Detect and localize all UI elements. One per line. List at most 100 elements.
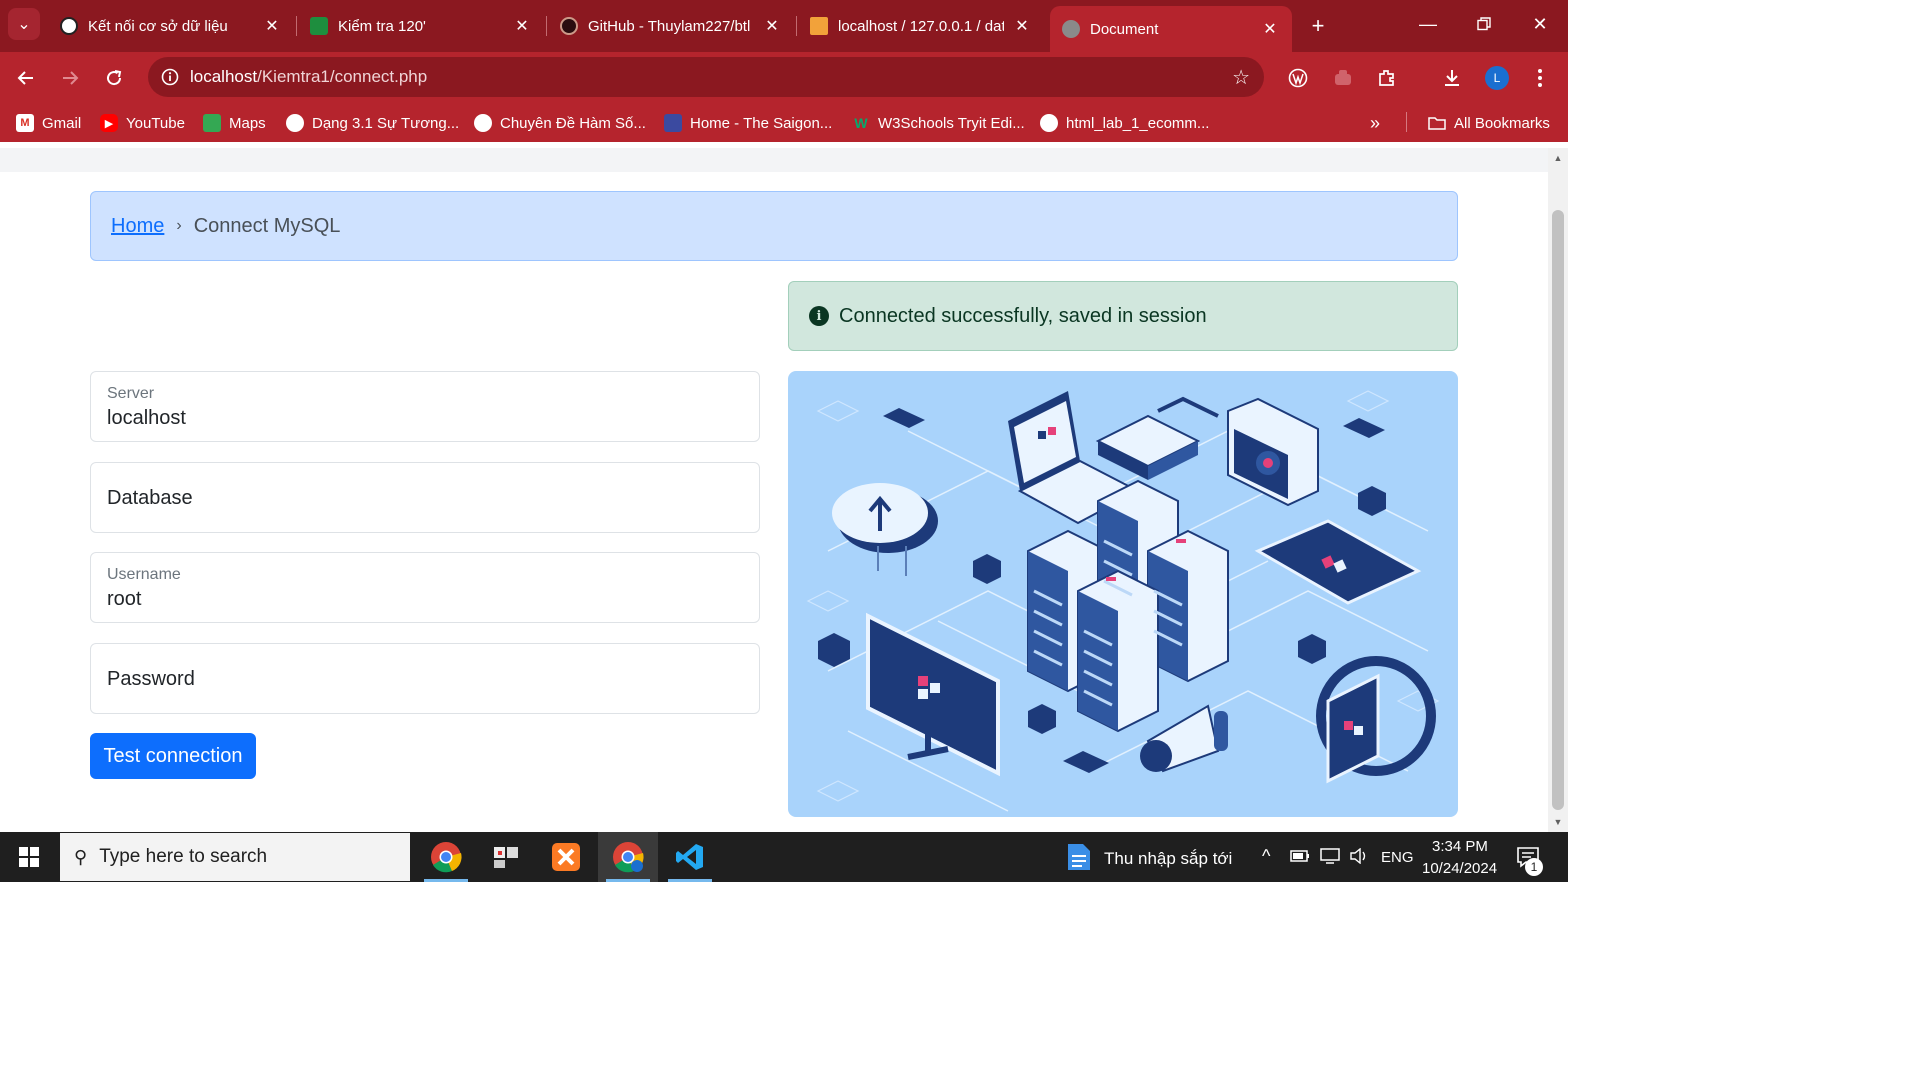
forward-button[interactable] (54, 62, 86, 94)
network-icon[interactable] (1320, 848, 1340, 868)
bookmarks-bar: M Gmail ▶ YouTube Maps Dạng 3.1 Sự Tương… (0, 102, 1568, 142)
close-window-button[interactable]: ✕ (1512, 0, 1568, 48)
bookmark-github[interactable]: html_lab_1_ecomm... (1040, 112, 1209, 134)
network-illustration (788, 371, 1458, 817)
tab-kiem-tra[interactable]: Kiểm tra 120' ✕ (298, 6, 544, 46)
arrow-right-icon (63, 71, 79, 85)
manager-icon (494, 847, 518, 868)
scroll-up-arrow-icon[interactable]: ▲ (1548, 150, 1568, 166)
gmail-icon: M (16, 114, 34, 132)
close-icon[interactable]: ✕ (512, 16, 532, 36)
running-indicator (424, 879, 468, 882)
server-input[interactable]: localhost (107, 407, 186, 430)
clock-time[interactable]: 3:34 PM (1432, 838, 1488, 855)
page-scrollbar[interactable]: ▲ ▼ (1548, 148, 1568, 832)
running-indicator (606, 879, 650, 882)
taskbar-chrome-app[interactable] (416, 832, 476, 882)
show-hidden-icons-chevron-icon[interactable]: ^ (1262, 846, 1270, 867)
tab-divider (796, 16, 797, 36)
tab-search-button[interactable]: ⌄ (8, 8, 40, 40)
youtube-icon: ▶ (100, 114, 118, 132)
restore-button[interactable] (1456, 0, 1512, 48)
weather-widget-icon[interactable] (1056, 832, 1102, 882)
password-input[interactable]: Password (107, 668, 195, 691)
taskbar-search-box[interactable]: ⚲ Type here to search (60, 833, 410, 881)
close-icon[interactable]: ✕ (262, 16, 282, 36)
tab-phpmyadmin[interactable]: localhost / 127.0.0.1 / dat ✕ (798, 6, 1044, 46)
username-label: Username (107, 566, 181, 583)
volume-icon[interactable] (1350, 847, 1370, 868)
folder-icon (1428, 114, 1446, 132)
download-icon[interactable] (1438, 64, 1466, 92)
tab-github[interactable]: GitHub - Thuylam227/btl ✕ (548, 6, 794, 46)
saigon-icon (664, 114, 682, 132)
bookmark-maps[interactable]: Maps (203, 112, 266, 134)
restore-icon (1477, 17, 1491, 31)
bookmark-star-icon[interactable]: ☆ (1232, 65, 1250, 90)
database-field[interactable]: Database (90, 462, 760, 533)
page-header-strip (0, 148, 1548, 172)
password-field[interactable]: Password (90, 643, 760, 714)
test-connection-button[interactable]: Test connection (90, 733, 256, 779)
wordpress-extension-icon[interactable] (1284, 64, 1312, 92)
clock-date[interactable]: 10/24/2024 (1422, 860, 1497, 877)
success-alert: i Connected successfully, saved in sessi… (788, 281, 1458, 351)
taskbar-chrome-profile-app[interactable] (598, 832, 658, 882)
close-icon[interactable]: ✕ (762, 16, 782, 36)
github-icon (1040, 114, 1058, 132)
alert-message: Connected successfully, saved in session (839, 304, 1207, 327)
bookmark-w3schools[interactable]: W W3Schools Tryit Edi... (852, 112, 1024, 134)
close-icon[interactable]: ✕ (1260, 19, 1280, 39)
profile-avatar[interactable]: L (1485, 66, 1509, 90)
tab-ket-noi[interactable]: Kết nối cơ sở dữ liệu ✕ (48, 6, 294, 46)
arrow-left-icon (17, 71, 33, 85)
more-menu-icon[interactable] (1526, 64, 1554, 92)
url-text[interactable]: localhost/Kiemtra1/connect.php (190, 67, 427, 87)
windows-logo-icon (19, 847, 39, 867)
battery-icon[interactable] (1290, 849, 1310, 867)
extension-puzzle-piece-icon[interactable] (1329, 64, 1357, 92)
input-language[interactable]: ENG (1381, 849, 1414, 866)
chrome-profile-icon (613, 842, 644, 873)
extensions-icon[interactable] (1373, 64, 1401, 92)
address-bar[interactable]: localhost/Kiemtra1/connect.php ☆ (148, 57, 1264, 97)
back-button[interactable] (10, 62, 42, 94)
more-bookmarks-button[interactable]: » (1370, 112, 1380, 134)
browser-toolbar: localhost/Kiemtra1/connect.php ☆ (0, 52, 1568, 102)
bookmark-gmail[interactable]: M Gmail (16, 112, 81, 134)
bookmark-saigon[interactable]: Home - The Saigon... (664, 112, 832, 134)
breadcrumb-home-link[interactable]: Home (111, 215, 164, 238)
taskbar-xampp-app[interactable] (536, 832, 596, 882)
xampp-icon (552, 843, 580, 871)
weather-widget-text[interactable]: Thu nhập sắp tới (1104, 849, 1232, 869)
start-button[interactable] (0, 832, 58, 882)
chatgpt-icon (60, 17, 78, 35)
taskbar-vscode-app[interactable] (660, 832, 720, 882)
server-field[interactable]: Server localhost (90, 371, 760, 442)
minimize-button[interactable]: — (1400, 0, 1456, 48)
scroll-thumb[interactable] (1552, 210, 1564, 810)
scroll-down-arrow-icon[interactable]: ▼ (1548, 814, 1568, 830)
taskbar-search-placeholder: Type here to search (99, 846, 268, 867)
close-icon[interactable]: ✕ (1012, 16, 1032, 36)
bookmark-youtube[interactable]: ▶ YouTube (100, 112, 185, 134)
new-tab-button[interactable]: + (1304, 12, 1332, 40)
username-field[interactable]: Username root (90, 552, 760, 623)
tab-divider (546, 16, 547, 36)
site-info-icon[interactable] (150, 57, 190, 97)
username-input[interactable]: root (107, 588, 141, 611)
reload-button[interactable] (98, 62, 130, 94)
bookmark-dang-3-1[interactable]: Dạng 3.1 Sự Tương... (286, 112, 459, 134)
tab-document[interactable]: Document ✕ (1050, 6, 1292, 52)
windows-taskbar: ⚲ Type here to search Thu nhập sắp tới ^… (0, 832, 1568, 882)
bookmarks-divider (1406, 112, 1407, 132)
database-input[interactable]: Database (107, 487, 193, 510)
vscode-icon (676, 844, 703, 870)
bookmark-chuyen-de[interactable]: Chuyên Đề Hàm Số... (474, 112, 646, 134)
search-icon: ⚲ (74, 846, 88, 867)
running-indicator (668, 879, 712, 882)
chrome-icon (431, 842, 462, 873)
all-bookmarks-button[interactable]: All Bookmarks (1428, 112, 1550, 134)
taskbar-manager-app[interactable] (476, 832, 536, 882)
tab-divider (296, 16, 297, 36)
